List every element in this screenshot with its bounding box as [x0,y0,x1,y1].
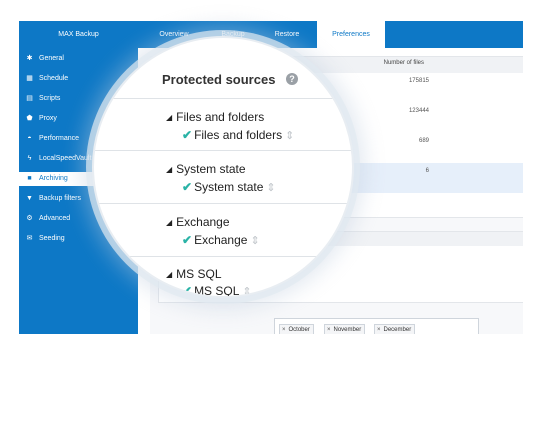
group-label: MS SQL [176,267,222,281]
remove-icon[interactable]: × [377,327,381,333]
collapse-triangle-icon[interactable]: ◢ [166,165,172,174]
source-exchange[interactable]: ✔ Exchange ⇕ [182,233,260,247]
month-label: October [288,327,310,333]
sort-arrows-icon[interactable]: ⇕ [266,182,275,194]
sidebar-item-label: Proxy [39,115,57,122]
file-count: 175815 [408,78,429,84]
file-count: 123444 [408,108,429,114]
collapse-triangle-icon[interactable]: ◢ [166,270,172,279]
lightning-icon: ϟ [27,155,32,162]
sidebar-item-label: Scripts [39,95,61,102]
sidebar-item-label: Advanced [39,215,71,222]
file-count: 6 [425,168,429,174]
source-label: System state [194,180,264,194]
group-label: System state [176,162,246,176]
sidebar-item-label: Schedule [39,75,69,82]
month-label: November [333,327,362,333]
divider [94,203,352,204]
sort-arrows-icon[interactable]: ⇕ [285,130,294,142]
source-label: Files and folders [194,128,283,142]
group-exchange[interactable]: ◢ Exchange [166,215,230,229]
month-chip[interactable]: × December [374,324,416,334]
gear-icon: ✱ [26,55,33,62]
calendar-icon: ▦ [26,75,33,82]
help-icon[interactable]: ? [286,73,298,85]
group-files-and-folders[interactable]: ◢ Files and folders [166,110,264,124]
protected-sources-title: Protected sources [162,72,276,87]
file-count: 689 [418,138,429,144]
month-label: December [383,327,412,333]
month-chip[interactable]: × October [279,324,314,334]
sidebar-item-label: General [39,55,64,62]
sort-arrows-icon[interactable]: ⇕ [250,235,259,247]
sidebar-item-label: Backup filters [39,195,82,202]
script-icon: ▤ [26,95,33,102]
source-label: Exchange [194,233,248,247]
remove-icon[interactable]: × [282,327,286,333]
filter-icon: ▼ [26,195,33,202]
check-icon: ✔ [182,180,193,194]
group-ms-sql[interactable]: ◢ MS SQL [166,267,222,281]
column-header-number-of-files: Number of files [383,60,424,66]
sidebar-item-label: Seeding [39,235,65,242]
check-icon: ✔ [182,284,193,298]
sidebar-item-archiving[interactable]: ■ Archiving [19,172,99,186]
months-selector[interactable]: × October × November × December [274,318,479,334]
envelope-icon: ✉ [26,235,33,242]
gears-icon: ⚙ [26,215,33,222]
divider [94,98,352,99]
group-label: Files and folders [176,110,265,124]
group-system-state[interactable]: ◢ System state [166,162,246,176]
source-label: MS SQL [194,284,240,298]
sidebar-item-label: Archiving [39,175,68,182]
month-chip[interactable]: × November [324,324,366,334]
magnifier-lens: Protected sources ? ◢ Files and folders ✔… [92,36,354,298]
collapse-triangle-icon[interactable]: ◢ [166,218,172,227]
group-label: Exchange [176,215,230,229]
source-ms-sql[interactable]: ✔ MS SQL ⇕ [182,284,252,298]
check-icon: ✔ [182,128,193,142]
check-icon: ✔ [182,233,193,247]
shield-icon: ⬟ [26,115,33,122]
divider [94,256,352,257]
remove-icon[interactable]: × [327,327,331,333]
magnified-view: Protected sources ? ◢ Files and folders ✔… [94,38,352,296]
sidebar-item-label: Performance [39,135,80,142]
divider [94,150,352,151]
source-system-state[interactable]: ✔ System state ⇕ [182,180,276,194]
collapse-triangle-icon[interactable]: ◢ [166,113,172,122]
sidebar-item-label: LocalSpeedVault [39,155,92,162]
gauge-icon: ◓ [27,135,32,142]
source-files-and-folders[interactable]: ✔ Files and folders ⇕ [182,128,294,142]
folder-icon: ■ [27,175,32,182]
